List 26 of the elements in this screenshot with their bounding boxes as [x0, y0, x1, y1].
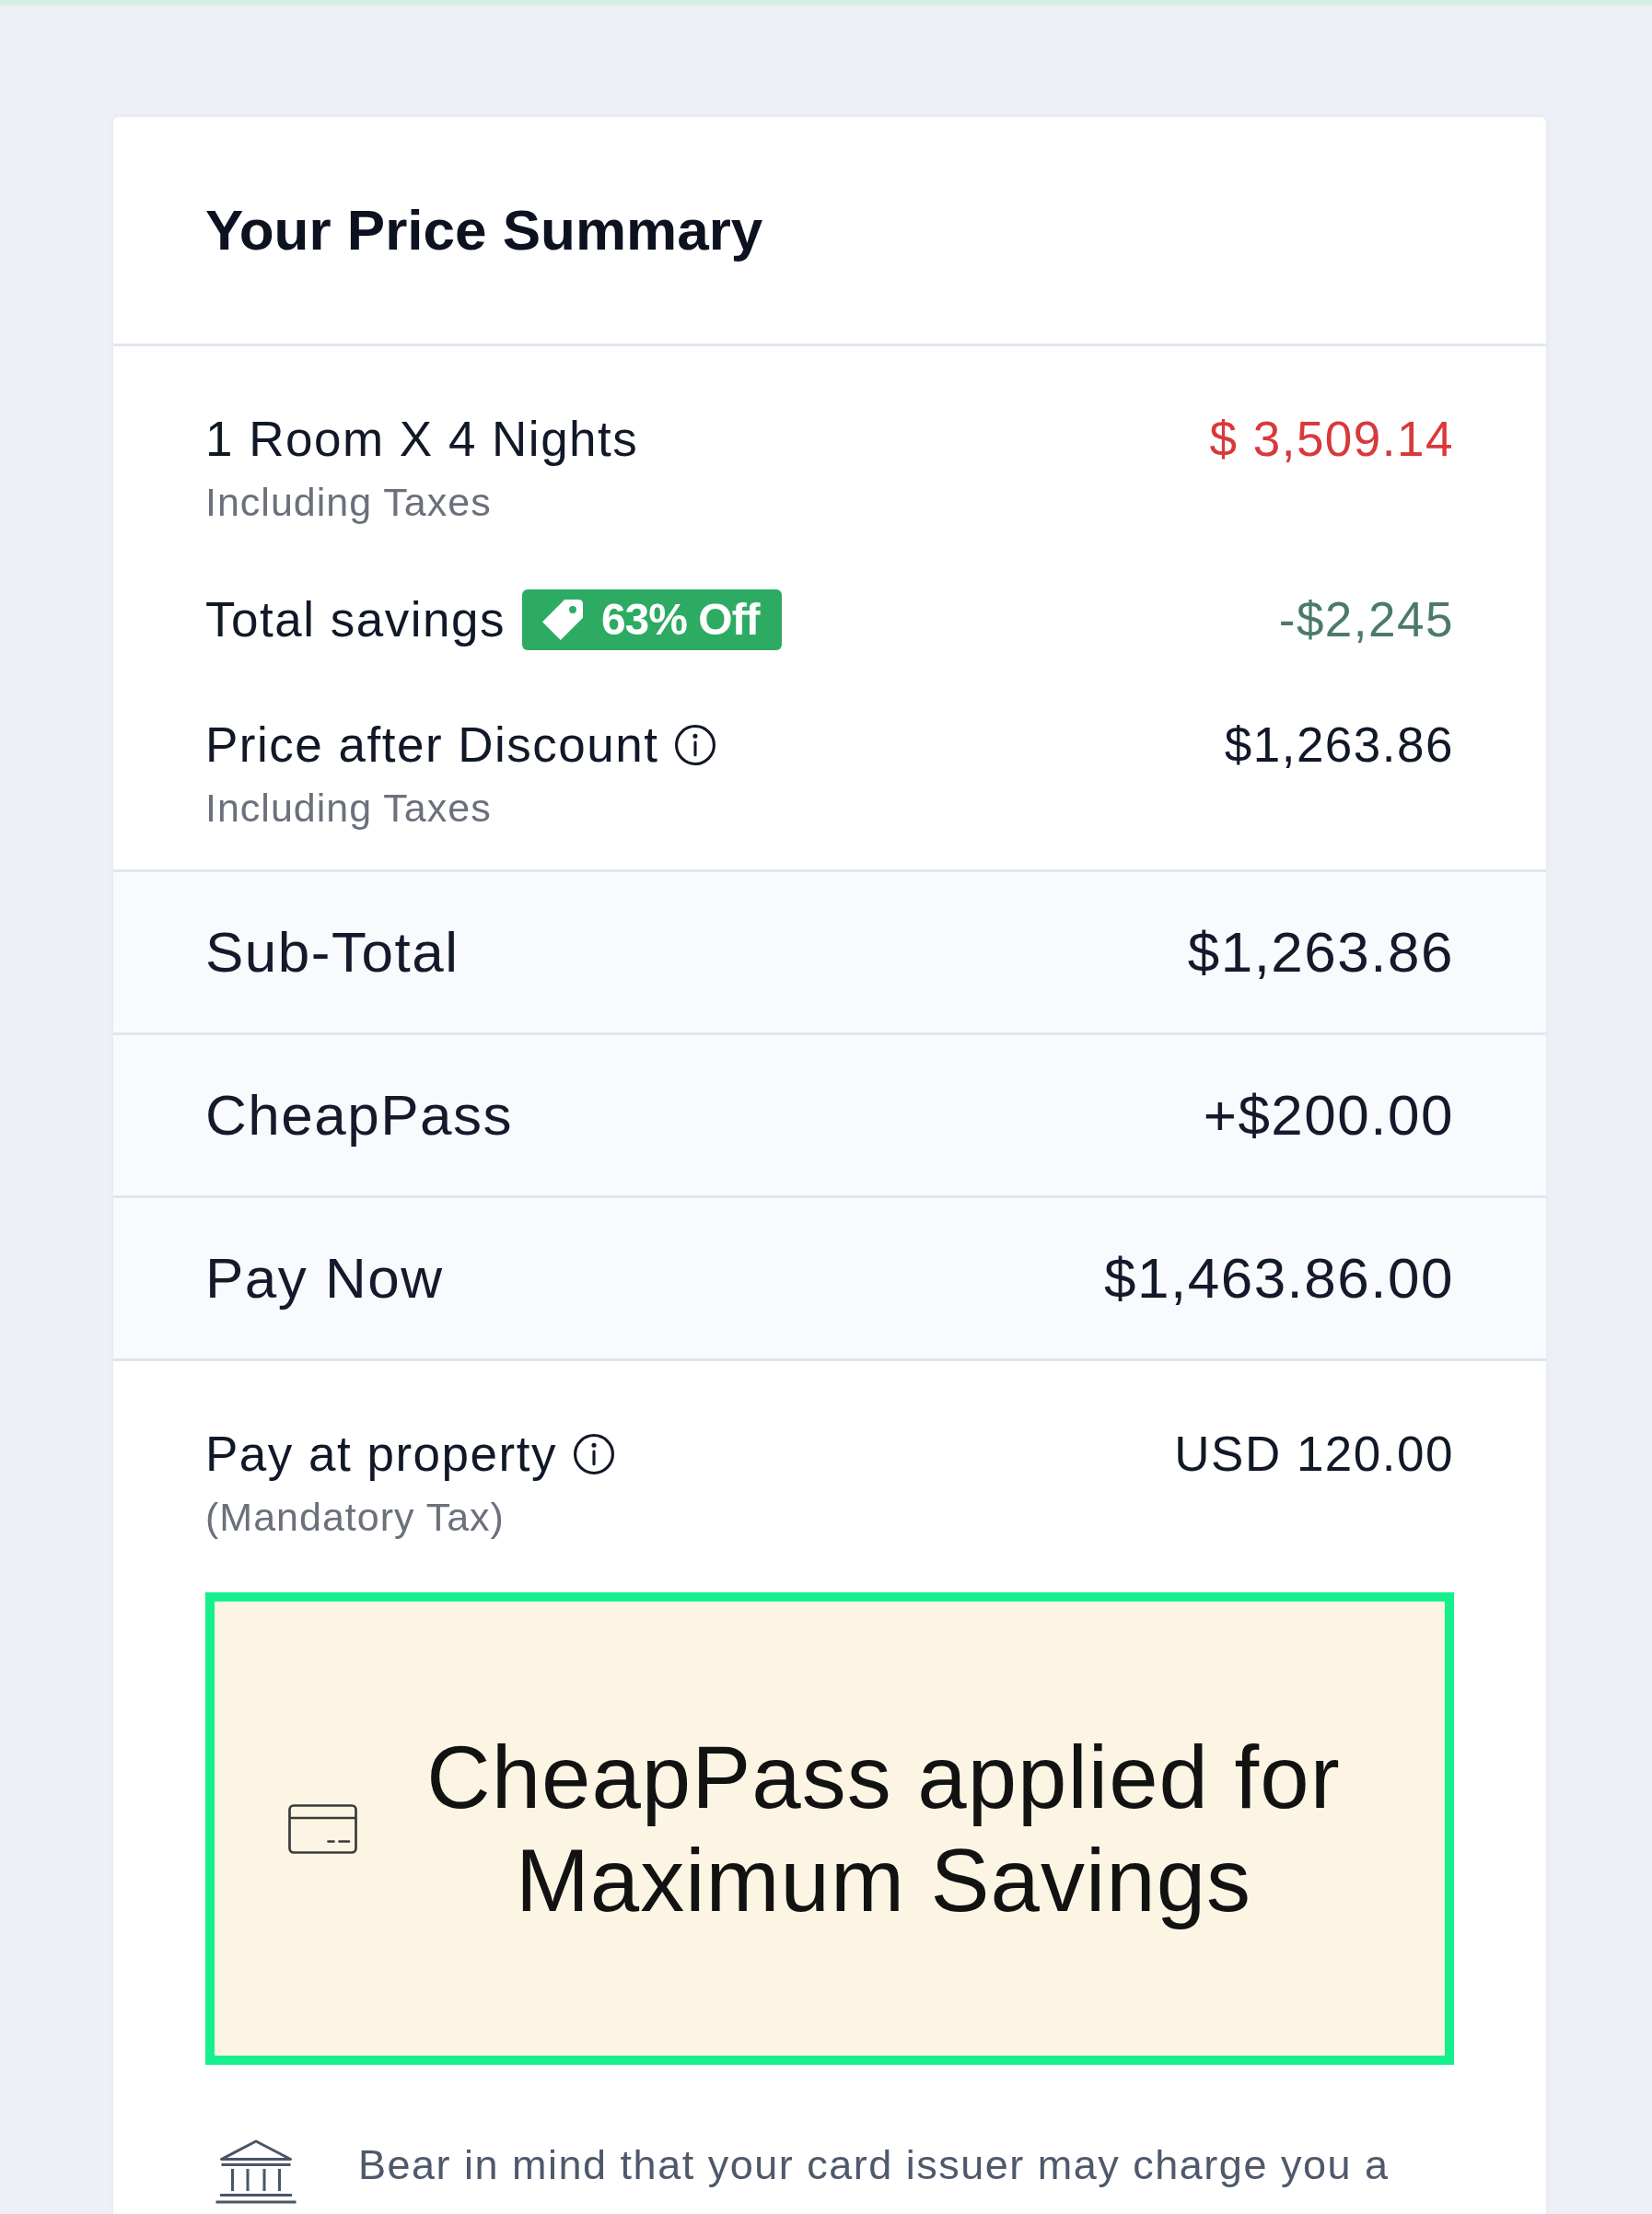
price-note: Including Taxes [205, 785, 492, 831]
total-label: Pay Now [205, 1245, 444, 1311]
price-note: Including Taxes [205, 479, 492, 525]
total-label: Sub-Total [205, 919, 460, 985]
price-amount: $ 3,509.14 [1209, 411, 1454, 468]
credit-card-icon [287, 1803, 357, 1854]
property-label: Pay at property [205, 1426, 557, 1483]
total-amount: $1,263.86 [1187, 919, 1454, 985]
price-amount: -$2,245 [1278, 591, 1454, 648]
discount-label: 63% Off [600, 594, 760, 646]
summary-title: Your Price Summary [205, 197, 763, 263]
price-label: 1 Room X 4 Nights [205, 411, 639, 468]
price-amount: $1,263.86 [1224, 717, 1454, 774]
bank-icon [215, 2138, 297, 2205]
info-icon[interactable] [675, 725, 716, 765]
banner-text: CheapPass applied for Maximum Savings [425, 1726, 1342, 1931]
total-amount: $1,463.86.00 [1104, 1245, 1454, 1311]
total-amount: +$200.00 [1203, 1082, 1454, 1148]
price-label: Total savings [205, 591, 506, 648]
info-icon[interactable] [573, 1434, 614, 1474]
price-label: Price after Discount [205, 717, 659, 774]
total-label: CheapPass [205, 1082, 514, 1148]
tag-icon [541, 600, 583, 640]
property-note: (Mandatory Tax) [205, 1494, 505, 1540]
notice-text: Bear in mind that your card issuer may charge you a [358, 2140, 1390, 2189]
property-amount: USD 120.00 [1174, 1426, 1454, 1483]
